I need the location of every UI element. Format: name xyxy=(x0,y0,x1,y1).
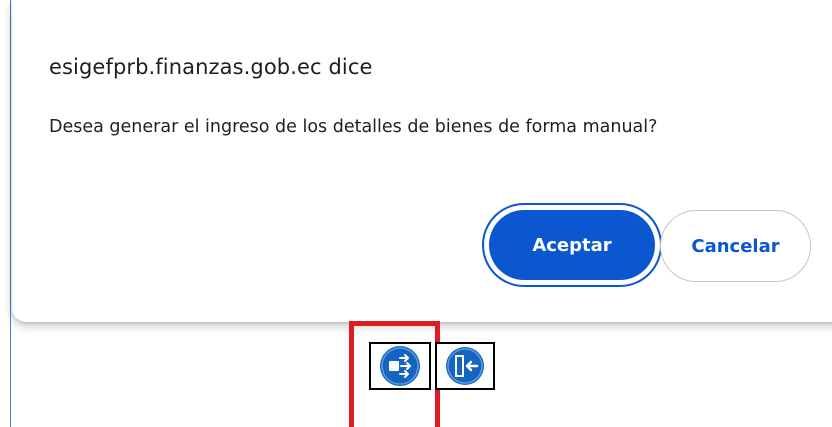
exit-button[interactable] xyxy=(435,342,495,390)
accept-button[interactable]: Aceptar xyxy=(489,210,655,280)
exit-door-arrow-icon xyxy=(446,347,484,385)
dialog-title: esigefprb.finanzas.gob.ec dice xyxy=(49,55,373,79)
accept-button-focus-ring: Aceptar xyxy=(482,203,662,287)
dialog-message: Desea generar el ingreso de los detalles… xyxy=(49,117,658,137)
manual-entry-button[interactable] xyxy=(369,342,431,390)
manual-entry-arrows-icon xyxy=(380,346,420,386)
confirm-dialog: esigefprb.finanzas.gob.ec dice Desea gen… xyxy=(12,0,832,322)
cancel-button[interactable]: Cancelar xyxy=(660,210,811,282)
